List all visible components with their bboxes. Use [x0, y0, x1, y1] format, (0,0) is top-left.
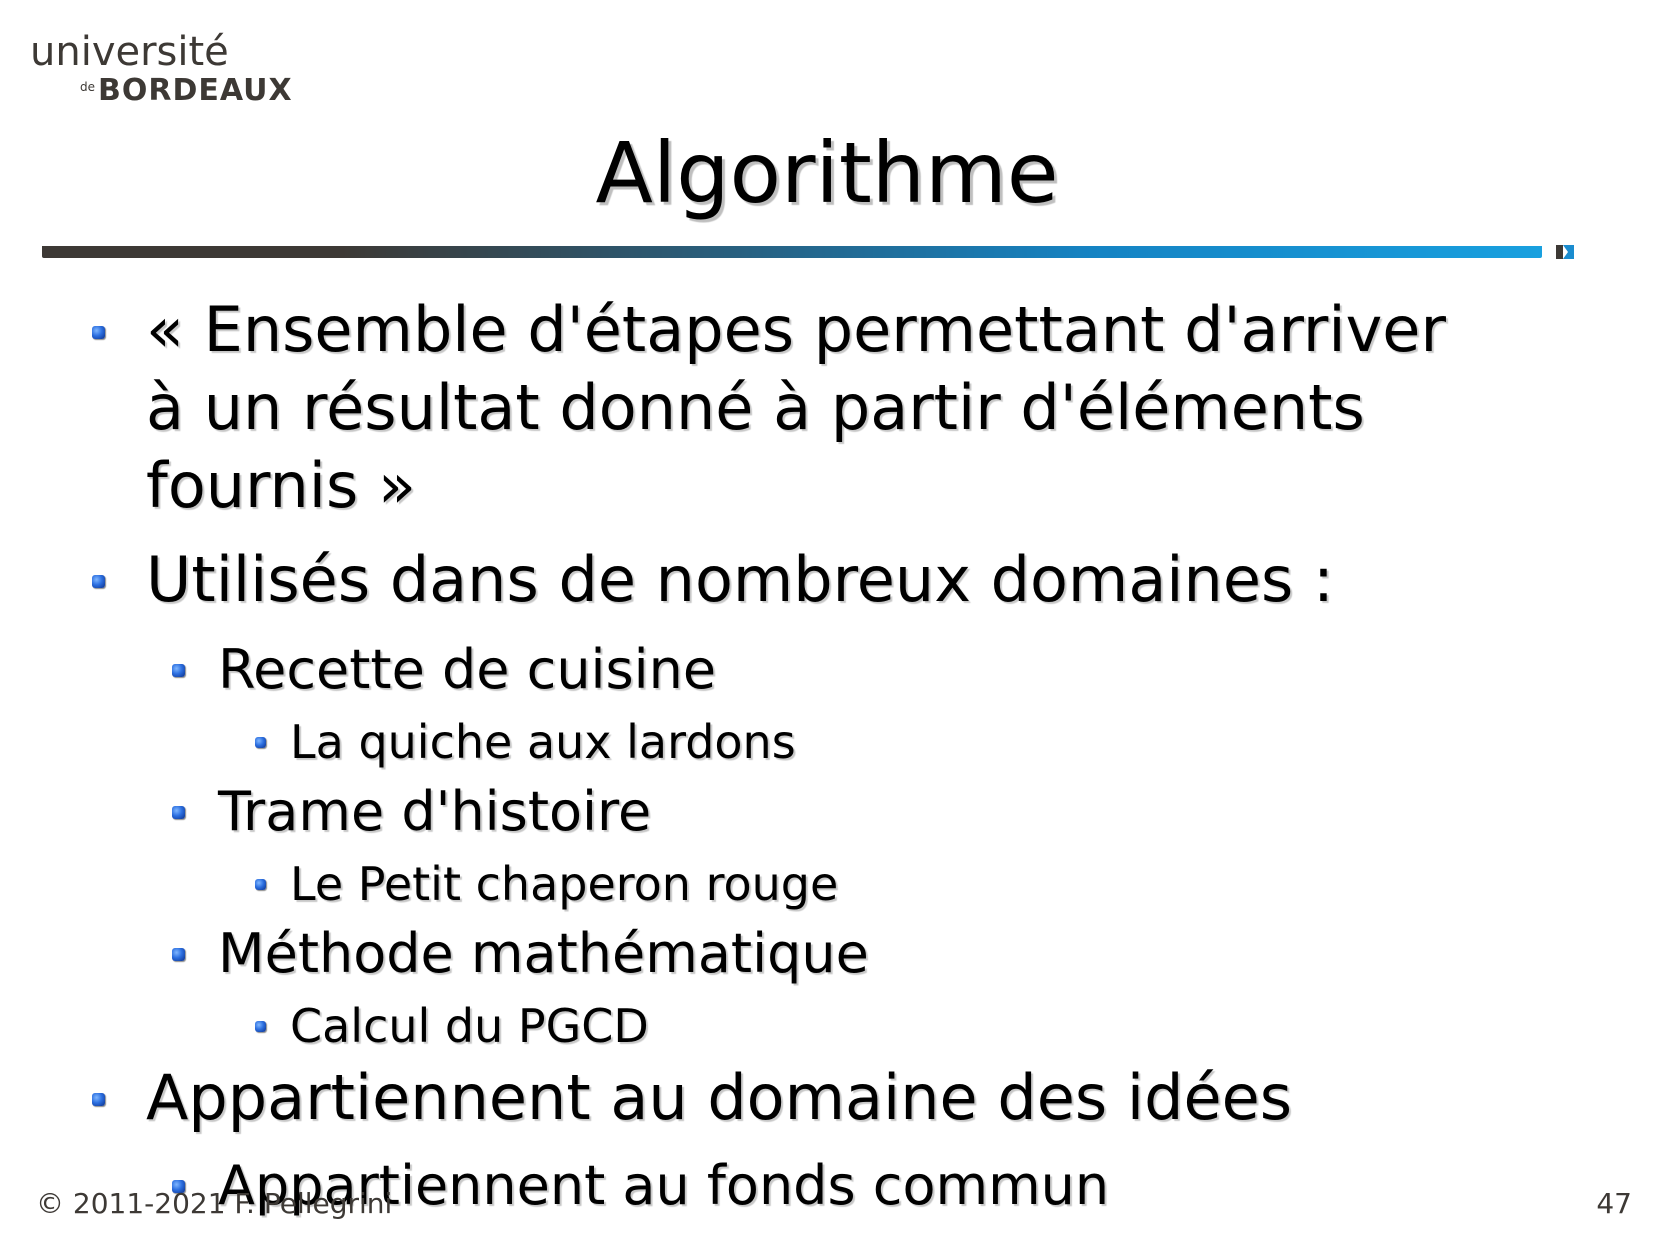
bullet-text-definition-line2: à un résultat donné à partir d'éléments [146, 371, 1365, 444]
bullet-icon [92, 326, 105, 339]
bullet-icon [172, 664, 185, 677]
logo-bordeaux-text: BORDEAUX [98, 73, 293, 108]
subbullet-text-recipe: Recette de cuisine [218, 638, 717, 701]
subsubbullet-text-gcd: Calcul du PGCD [290, 999, 649, 1053]
bullet-text-definition-line3: fournis » [146, 449, 416, 522]
subbullet-text-story: Trame d'histoire [218, 780, 652, 843]
university-logo: université de BORDEAUX [30, 28, 292, 108]
corner-mark-icon [1556, 245, 1574, 259]
bullet-icon [172, 806, 185, 819]
bullet-icon [172, 948, 185, 961]
bullet-text-definition-line1: « Ensemble d'étapes permettant d'arriver [146, 293, 1446, 366]
bullet-icon [92, 1093, 105, 1106]
subsubbullet-text-red-riding-hood: Le Petit chaperon rouge [290, 857, 839, 911]
subbullet-text-math-method: Méthode mathématique [218, 922, 869, 985]
bullet-icon [255, 737, 266, 748]
subsubbullet-text-quiche: La quiche aux lardons [290, 715, 796, 769]
bullet-text-ideas: Appartiennent au domaine des idées [146, 1061, 1293, 1134]
logo-de-text: de [80, 80, 95, 94]
bullet-icon [92, 575, 105, 588]
footer-copyright: © 2011-2021 F. Pellegrini [36, 1187, 393, 1220]
title-divider [42, 246, 1542, 258]
logo-universite-text: université [30, 29, 229, 75]
bullet-icon [255, 1021, 266, 1032]
bullet-text-domains: Utilisés dans de nombreux domaines : [146, 543, 1334, 616]
slide-page-number: 47 [1596, 1187, 1632, 1220]
bullet-icon [255, 879, 266, 890]
slide-title: Algorithme [595, 124, 1059, 222]
